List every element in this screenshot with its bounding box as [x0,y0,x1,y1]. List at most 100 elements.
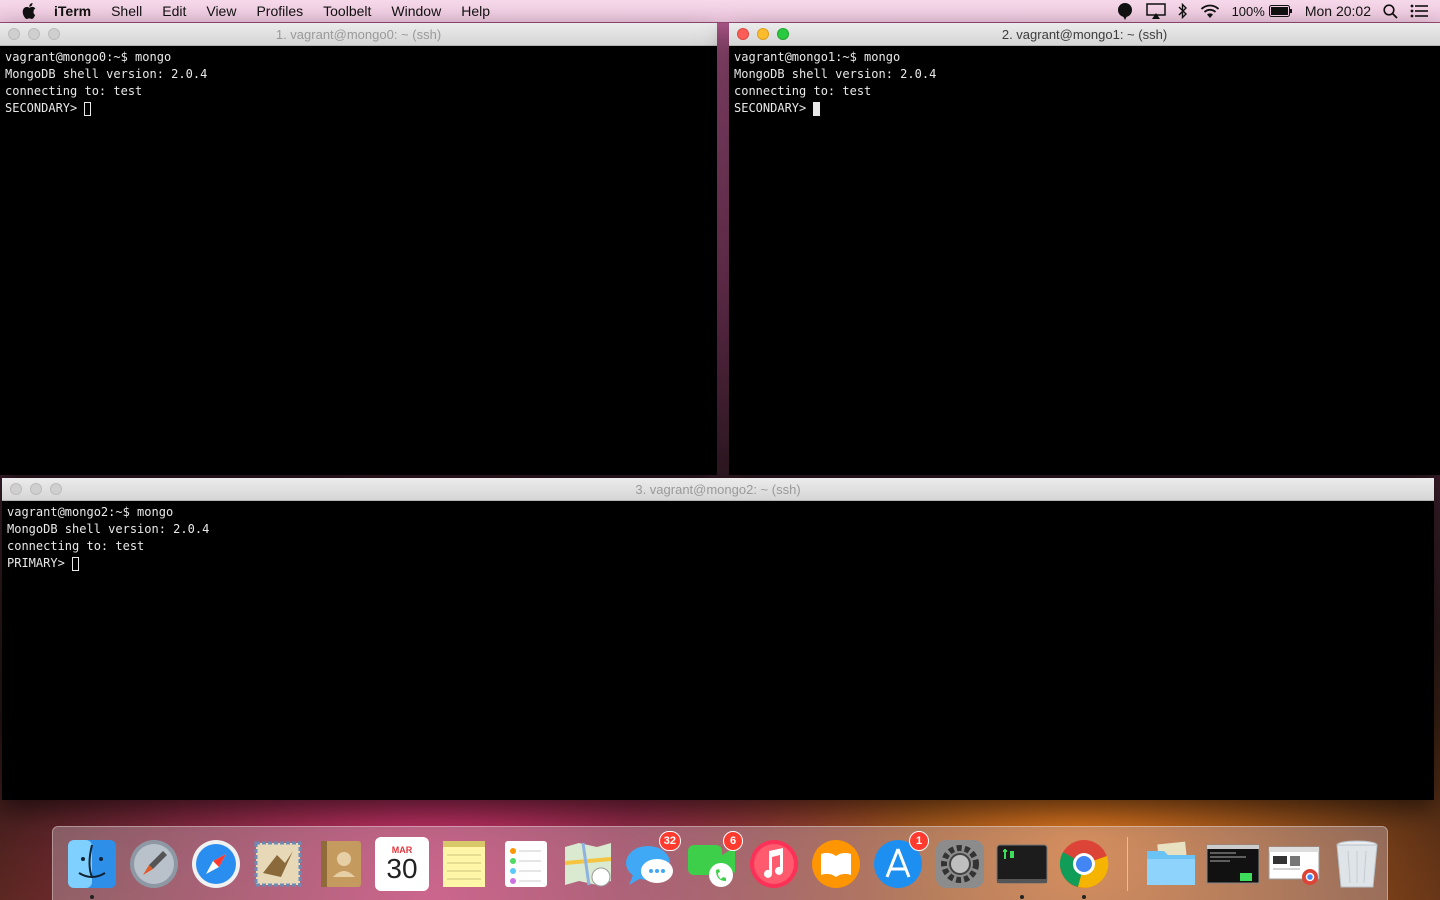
chrome-icon [1059,839,1109,888]
dock-ibooks[interactable] [809,837,863,891]
window-titlebar[interactable]: 3. vagrant@mongo2: ~ (ssh) [2,478,1434,501]
terminal-output[interactable]: vagrant@mongo0:~$ mongo MongoDB shell ver… [0,46,717,120]
dock-finder[interactable] [65,837,119,899]
minimized-chrome-icon [1268,846,1320,885]
minimize-button[interactable] [30,483,42,495]
text-cursor [813,101,821,116]
dock-trash[interactable] [1330,837,1384,891]
terminal-line: vagrant@mongo2:~$ mongo [7,505,174,519]
terminal-line: connecting to: test [7,539,145,553]
terminal-line: vagrant@mongo0:~$ mongo [5,50,172,64]
dock-reminders[interactable] [499,837,553,891]
terminal-output[interactable]: vagrant@mongo2:~$ mongo MongoDB shell ver… [2,501,1434,575]
window-title: 1. vagrant@mongo0: ~ (ssh) [275,26,442,42]
running-indicator [1020,894,1024,899]
dock-launchpad[interactable] [127,837,181,891]
itunes-icon [750,839,798,888]
battery-percentage[interactable]: 100% [1232,4,1265,19]
dock-itunes[interactable] [747,837,801,891]
close-button[interactable] [10,483,22,495]
terminal-line: connecting to: test [734,84,872,98]
dock-chrome[interactable] [1057,837,1111,899]
running-indicator [90,894,94,899]
menu-window[interactable]: Window [381,0,451,22]
text-cursor [84,101,92,116]
terminal-prompt-line[interactable]: SECONDARY> [734,100,1435,117]
terminal-line: MongoDB shell version: 2.0.4 [7,522,210,536]
dock-maps[interactable] [561,837,615,891]
close-button[interactable] [737,28,749,40]
minimize-button[interactable] [757,28,769,40]
window-title: 3. vagrant@mongo2: ~ (ssh) [635,481,801,497]
dock-system-preferences[interactable] [933,837,987,891]
wifi-icon[interactable] [1200,4,1220,19]
appstore-badge: 1 [909,830,929,851]
menubar-clock[interactable]: Mon 20:02 [1305,3,1371,19]
dock-minimized-terminal[interactable] [1206,837,1260,891]
mongo-prompt: PRIMARY> [7,556,65,570]
dock-calendar[interactable]: MAR 30 [375,836,429,891]
facetime-badge: 6 [723,830,743,851]
airplay-icon[interactable] [1145,3,1166,19]
battery-icon[interactable] [1268,5,1293,17]
dock-mail[interactable] [251,837,305,891]
terminal-window-1[interactable]: 1. vagrant@mongo0: ~ (ssh) vagrant@mongo… [0,23,717,475]
zoom-button[interactable] [48,28,60,40]
terminal-window-2[interactable]: 2. vagrant@mongo1: ~ (ssh) vagrant@mongo… [729,23,1440,475]
ibooks-icon [812,839,860,888]
mongo-prompt: SECONDARY> [734,101,807,115]
menu-edit[interactable]: Edit [152,0,196,22]
menu-shell[interactable]: Shell [101,0,152,22]
spotlight-search-icon[interactable] [1383,3,1398,19]
notes-icon [443,840,485,887]
menu-view[interactable]: View [196,0,246,22]
dock-downloads-folder[interactable] [1144,837,1198,891]
dock-contacts[interactable] [313,837,367,891]
apple-menu-icon[interactable] [20,0,38,22]
mongo-prompt: SECONDARY> [5,101,78,115]
zoom-button[interactable] [50,483,62,495]
dock-terminal[interactable] [995,837,1049,899]
system-preferences-icon [936,839,984,888]
downloads-folder-icon [1147,841,1195,885]
notification-center-icon[interactable] [1410,4,1428,18]
messages-badge: 32 [658,830,681,851]
text-cursor [71,556,79,571]
dock-safari[interactable] [189,837,243,891]
dock-messages[interactable]: 32 [623,830,681,891]
window-titlebar[interactable]: 2. vagrant@mongo1: ~ (ssh) [729,23,1440,46]
mail-icon [254,841,302,886]
minimize-button[interactable] [28,28,40,40]
menu-profiles[interactable]: Profiles [246,0,313,22]
minimized-terminal-icon [1206,844,1260,883]
window-controls [8,28,68,40]
window-titlebar[interactable]: 1. vagrant@mongo0: ~ (ssh) [0,23,717,46]
menu-app-iterm[interactable]: iTerm [54,0,101,22]
trash-icon [1336,840,1378,887]
contacts-icon [321,840,361,887]
dock: MAR 30 32 6 1 [52,826,1388,900]
terminal-line: MongoDB shell version: 2.0.4 [734,67,937,81]
window-controls [10,483,70,495]
notification-bubble-icon[interactable] [1116,2,1134,20]
launchpad-icon [130,839,178,888]
menu-help[interactable]: Help [451,0,500,22]
running-indicator [1082,894,1086,899]
window-title: 2. vagrant@mongo1: ~ (ssh) [1001,26,1168,42]
menu-toolbelt[interactable]: Toolbelt [313,0,381,22]
zoom-button[interactable] [777,28,789,40]
dock-minimized-chrome[interactable] [1268,837,1322,891]
dock-app-store[interactable]: 1 [871,830,929,891]
terminal-output[interactable]: vagrant@mongo1:~$ mongo MongoDB shell ver… [729,46,1440,120]
finder-icon [68,839,116,888]
dock-notes[interactable] [437,837,491,891]
bluetooth-icon[interactable] [1178,3,1188,19]
terminal-prompt-line[interactable]: PRIMARY> [7,555,1429,572]
dock-facetime[interactable]: 6 [685,830,743,891]
maps-icon [564,842,612,886]
safari-icon [192,839,240,888]
terminal-prompt-line[interactable]: SECONDARY> [5,100,712,117]
close-button[interactable] [8,28,20,40]
terminal-window-3[interactable]: 3. vagrant@mongo2: ~ (ssh) vagrant@mongo… [2,478,1434,800]
menu-bar: iTerm Shell Edit View Profiles Toolbelt … [0,0,1440,22]
